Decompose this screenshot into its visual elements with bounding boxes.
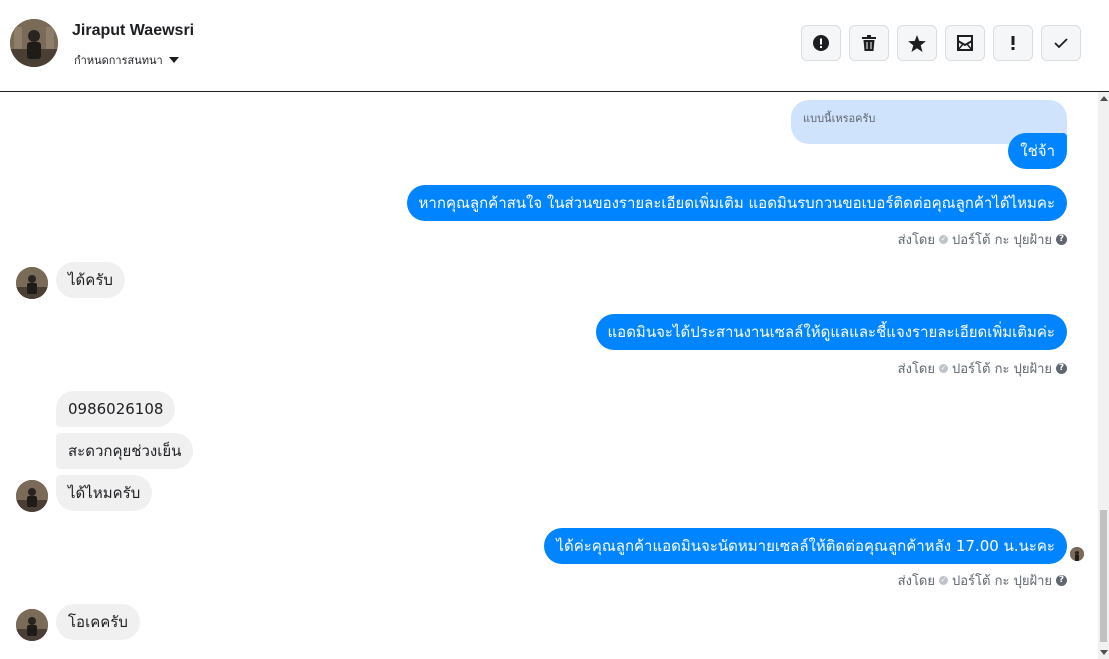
sent-by-name: ปอร์โต้ กะ ปุยฝ้าย [952, 362, 1052, 377]
contact-avatar[interactable] [10, 19, 58, 67]
outgoing-message[interactable]: ใช่จ้า [1008, 133, 1067, 169]
star-icon [908, 34, 926, 52]
star-button[interactable] [897, 25, 937, 61]
alert-circle-icon [813, 35, 829, 51]
contact-avatar-small[interactable] [16, 609, 48, 641]
conversation-settings-label: กำหนดการสนทนา [74, 54, 163, 67]
quoted-message-text: แบบนี้เหรอครับ [803, 112, 876, 125]
scrollbar-thumb[interactable] [1100, 510, 1107, 642]
scroll-up-arrow-icon[interactable] [1100, 96, 1108, 101]
scroll-down-arrow-icon[interactable] [1100, 650, 1108, 655]
sent-by-info: ส่งโดย ✓ ปอร์โต้ กะ ปุยฝ้าย ? [898, 229, 1067, 250]
done-button[interactable] [1041, 25, 1081, 61]
delete-button[interactable] [849, 25, 889, 61]
mark-unread-button[interactable] [945, 25, 985, 61]
check-circle-icon: ✓ [939, 364, 948, 373]
sent-by-prefix: ส่งโดย [897, 233, 935, 248]
incoming-message[interactable]: สะดวกคุยช่วงเย็น [56, 433, 194, 469]
contact-avatar-small[interactable] [16, 267, 48, 299]
important-button[interactable] [993, 25, 1033, 61]
incoming-message[interactable]: ได้ไหมครับ [56, 475, 153, 511]
sent-by-name: ปอร์โต้ กะ ปุยฝ้าย [952, 574, 1052, 589]
sent-by-info: ส่งโดย ✓ ปอร์โต้ กะ ปุยฝ้าย ? [898, 570, 1067, 591]
incoming-message[interactable]: ได้ครับ [56, 262, 125, 298]
incoming-message[interactable]: 0986026108 [56, 391, 176, 427]
read-receipt-avatar [1070, 547, 1084, 561]
sent-by-prefix: ส่งโดย [897, 362, 935, 377]
check-icon [1054, 38, 1068, 48]
trash-icon [862, 35, 876, 51]
sent-by-name: ปอร์โต้ กะ ปุยฝ้าย [952, 233, 1052, 248]
outgoing-message[interactable]: หากคุณลูกค้าสนใจ ในส่วนของรายละเอียดเพิ่… [406, 185, 1067, 221]
sent-by-info: ส่งโดย ✓ ปอร์โต้ กะ ปุยฝ้าย ? [898, 358, 1067, 379]
outgoing-message[interactable]: แอดมินจะได้ประสานงานเซลล์ให้ดูแลและชี้แจ… [595, 314, 1067, 350]
exclamation-icon [1011, 36, 1015, 50]
help-icon[interactable]: ? [1056, 234, 1067, 245]
sent-by-prefix: ส่งโดย [897, 574, 935, 589]
conversation-settings-dropdown[interactable]: กำหนดการสนทนา [74, 51, 179, 69]
envelope-icon [957, 35, 973, 51]
contact-avatar-small[interactable] [16, 480, 48, 512]
check-circle-icon: ✓ [939, 235, 948, 244]
help-icon[interactable]: ? [1056, 575, 1067, 586]
incoming-message[interactable]: โอเคครับ [56, 604, 140, 640]
caret-down-icon [168, 57, 179, 63]
report-button[interactable] [801, 25, 841, 61]
contact-name: Jiraput Waewsri [72, 22, 195, 39]
check-circle-icon: ✓ [939, 576, 948, 585]
conversation-header: Jiraput Waewsri กำหนดการสนทนา [0, 0, 1109, 92]
help-icon[interactable]: ? [1056, 363, 1067, 374]
scrollbar[interactable] [1098, 92, 1109, 659]
outgoing-message[interactable]: ได้ค่ะคุณลูกค้าแอดมินจะนัดหมายเซลล์ให้ติ… [544, 528, 1067, 564]
